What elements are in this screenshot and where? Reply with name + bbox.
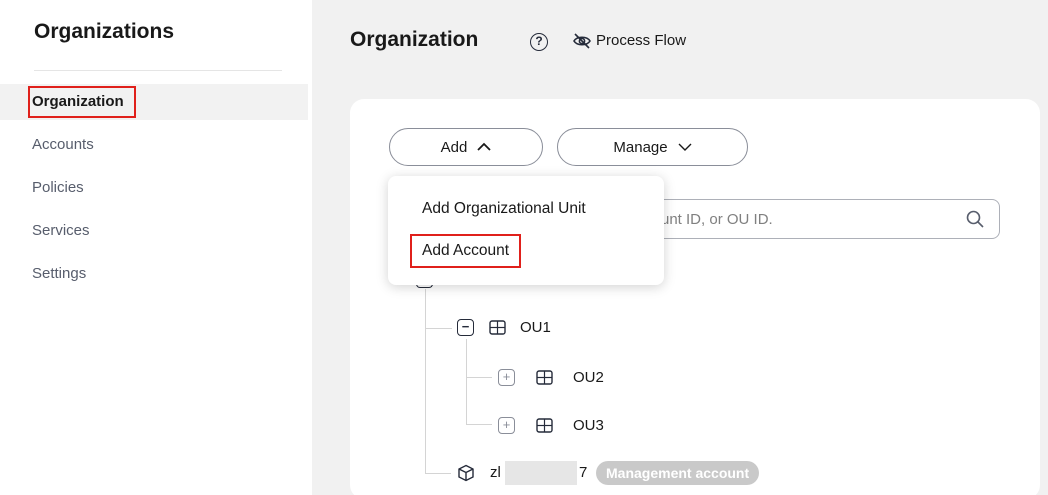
chevron-down-icon	[678, 143, 692, 151]
ou-icon	[536, 418, 553, 433]
sidebar: Organizations Organization Accounts Poli…	[0, 0, 312, 495]
tree-node-label[interactable]: OU2	[573, 369, 604, 386]
main-content: Organization ? Process Flow Add Manage u…	[312, 0, 1048, 495]
sidebar-item-label: Policies	[32, 179, 84, 196]
process-flow-link[interactable]: Process Flow	[596, 32, 686, 49]
menu-item-add-organizational-unit[interactable]: Add Organizational Unit	[422, 200, 586, 218]
tree-node-label[interactable]: OU3	[573, 417, 604, 434]
sidebar-item-label: Organization	[28, 86, 136, 118]
ou-icon	[489, 320, 506, 335]
page-title: Organization	[350, 28, 479, 51]
tree-line	[425, 328, 452, 329]
sidebar-item-policies[interactable]: Policies	[0, 170, 308, 206]
sidebar-item-label: Services	[32, 222, 90, 239]
menu-item-add-account[interactable]: Add Account	[410, 234, 522, 268]
expand-icon[interactable]: +	[498, 417, 515, 434]
sidebar-item-services[interactable]: Services	[0, 213, 308, 249]
sidebar-item-label: Settings	[32, 265, 87, 282]
tree-line	[466, 339, 467, 424]
search-input[interactable]: unt ID, or OU ID.	[618, 199, 1000, 239]
organization-card: Add Manage unt ID, or OU ID. − OU1 + OU2…	[350, 99, 1040, 495]
sidebar-item-label: Accounts	[32, 136, 94, 153]
tree-line	[466, 377, 492, 378]
search-placeholder: unt ID, or OU ID.	[661, 211, 773, 228]
eye-off-icon[interactable]	[572, 32, 592, 50]
add-button[interactable]: Add	[389, 128, 543, 166]
management-account-badge: Management account	[596, 461, 760, 485]
sidebar-divider	[34, 70, 282, 71]
account-name-start[interactable]: zl	[490, 464, 501, 481]
tree-line	[425, 289, 426, 474]
chevron-up-icon	[477, 142, 491, 151]
cube-icon	[458, 464, 474, 482]
sidebar-title: Organizations	[34, 20, 175, 43]
ou-icon	[536, 370, 553, 385]
sidebar-item-organization[interactable]: Organization	[0, 84, 308, 120]
search-icon[interactable]	[965, 209, 985, 229]
tree-node-label[interactable]: OU1	[520, 319, 551, 336]
sidebar-item-accounts[interactable]: Accounts	[0, 127, 308, 163]
tree-line	[466, 424, 492, 425]
manage-button[interactable]: Manage	[557, 128, 748, 166]
expand-icon[interactable]: +	[498, 369, 515, 386]
sidebar-item-settings[interactable]: Settings	[0, 256, 308, 292]
question-circle-icon[interactable]: ?	[530, 33, 548, 51]
collapse-icon[interactable]: −	[457, 319, 474, 336]
account-name-end[interactable]: 7	[579, 464, 587, 481]
tree-line	[425, 473, 451, 474]
add-button-label: Add	[440, 138, 468, 156]
redaction-mask	[505, 461, 577, 485]
add-dropdown-menu: Add Organizational Unit Add Account	[388, 176, 664, 285]
manage-button-label: Manage	[613, 138, 668, 156]
